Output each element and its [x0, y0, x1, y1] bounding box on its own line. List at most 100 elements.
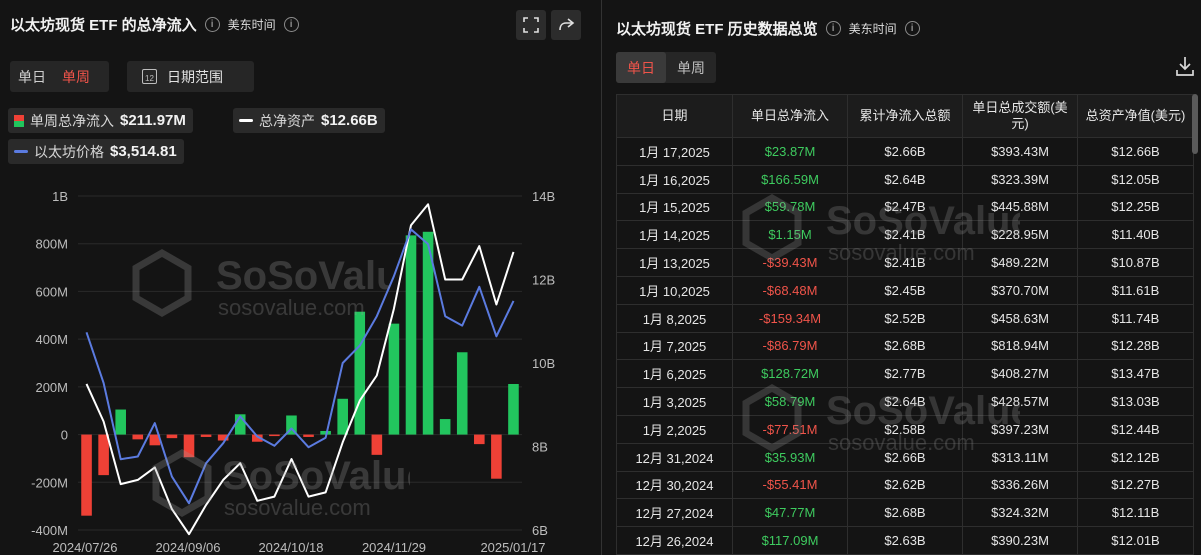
table-body: 1月 17,2025 $23.87M $2.66B $393.43M $12.66B 1月…	[616, 137, 1194, 555]
cell-cumulative: $2.63B	[847, 526, 963, 555]
cell-daily-flow: $128.72M	[732, 359, 848, 389]
flow-chart[interactable]: 1B 800M 600M 400M 200M 0 -200M -400M 14B 12B 10B 8B…	[0, 180, 600, 555]
cell-daily-flow: -$159.34M	[732, 303, 848, 333]
cell-volume: $445.88M	[962, 192, 1078, 222]
table-row[interactable]: 12月 31,2024 $35.93M $2.66B $313.11M $12.12B	[616, 442, 1194, 472]
flow-bar	[81, 434, 92, 516]
table-row[interactable]: 1月 8,2025 -$159.34M $2.52B $458.63M $11.74B	[616, 303, 1194, 333]
bar-marker-icon	[14, 114, 24, 127]
x-tick-label: 2025/01/17	[480, 540, 545, 555]
cell-date: 1月 8,2025	[616, 303, 733, 333]
cell-date: 12月 26,2024	[616, 526, 733, 555]
cell-nav: $12.44B	[1077, 414, 1194, 444]
cell-nav: $11.40B	[1077, 220, 1194, 250]
flow-bar	[303, 434, 314, 437]
table-scrollbar[interactable]	[1192, 94, 1198, 154]
cell-date: 12月 30,2024	[616, 470, 733, 500]
date-range-label: 日期范围	[167, 68, 223, 85]
legend-assets-label: 总净资产	[259, 112, 315, 129]
flow-bar	[388, 323, 400, 435]
y-left-tick-label: 400M	[35, 332, 68, 347]
y-left-tick-label: 600M	[35, 284, 68, 299]
cell-daily-flow: -$55.41M	[732, 470, 848, 500]
y-right-tick-label: 14B	[532, 189, 555, 204]
cell-cumulative: $2.77B	[847, 359, 963, 389]
table-row[interactable]: 1月 2,2025 -$77.51M $2.58B $397.23M $12.44B	[616, 414, 1194, 444]
period-tab-weekly[interactable]: 单周	[54, 67, 98, 87]
cell-daily-flow: $47.77M	[732, 498, 848, 528]
cell-cumulative: $2.68B	[847, 498, 963, 528]
flow-bar	[183, 434, 195, 458]
chart-title: 以太坊现货 ETF 的总净流入	[10, 17, 197, 34]
flow-bar	[456, 352, 468, 435]
cell-volume: $228.95M	[962, 220, 1078, 250]
eth-price-line	[85, 228, 515, 505]
cell-date: 1月 13,2025	[616, 248, 733, 277]
table-row[interactable]: 1月 6,2025 $128.72M $2.77B $408.27M $13.47B	[616, 359, 1194, 389]
timezone-info-icon[interactable]: i	[283, 17, 299, 32]
fullscreen-icon	[523, 17, 539, 33]
table-row[interactable]: 1月 14,2025 $1.15M $2.41B $228.95M $11.40B	[616, 220, 1194, 250]
cell-cumulative: $2.58B	[847, 414, 963, 444]
table-row[interactable]: 12月 27,2024 $47.77M $2.68B $324.32M $12.11B	[616, 498, 1194, 528]
date-range-button[interactable]: 12 日期范围	[127, 61, 254, 92]
col-header-date[interactable]: 日期	[616, 94, 733, 138]
cell-cumulative: $2.52B	[847, 303, 963, 333]
cell-daily-flow: -$39.43M	[732, 248, 848, 277]
col-header-nav[interactable]: 总资产净值(美元)	[1077, 94, 1194, 138]
x-tick-label: 2024/10/18	[258, 540, 323, 555]
table-row[interactable]: 1月 17,2025 $23.87M $2.66B $393.43M $12.66B	[616, 137, 1194, 166]
cell-date: 1月 10,2025	[616, 275, 733, 305]
table-row[interactable]: 12月 26,2024 $117.09M $2.63B $390.23M $12.01B	[616, 526, 1194, 555]
history-tab-daily[interactable]: 单日	[616, 52, 666, 83]
cell-cumulative: $2.68B	[847, 331, 963, 361]
table-row[interactable]: 12月 30,2024 -$55.41M $2.62B $336.26M $12.27B	[616, 470, 1194, 500]
table-row[interactable]: 1月 16,2025 $166.59M $2.64B $323.39M $12.05B	[616, 164, 1194, 194]
legend-flow[interactable]: 单周总净流入 $211.97M	[8, 108, 193, 133]
col-header-daily-flow[interactable]: 单日总净流入	[732, 94, 848, 138]
col-header-volume[interactable]: 单日总成交额(美元)	[962, 94, 1078, 138]
share-button[interactable]	[551, 10, 581, 40]
info-icon[interactable]: i	[204, 17, 220, 32]
flow-bar	[508, 383, 519, 435]
net-assets-line	[85, 203, 515, 536]
table-row[interactable]: 1月 10,2025 -$68.48M $2.45B $370.70M $11.61B	[616, 275, 1194, 305]
cell-nav: $12.11B	[1077, 498, 1194, 528]
y-left-tick-label: 200M	[35, 380, 68, 395]
legend-flow-label: 单周总净流入	[30, 112, 114, 129]
fullscreen-button[interactable]	[516, 10, 546, 40]
cell-volume: $324.32M	[962, 498, 1078, 528]
legend-price[interactable]: 以太坊价格 $3,514.81	[8, 139, 184, 164]
legend-assets[interactable]: 总净资产 $12.66B	[233, 108, 385, 133]
cell-daily-flow: $35.93M	[732, 442, 848, 472]
history-panel: 以太坊现货 ETF 历史数据总览 i 美东时间 i 单日 单周 日期 单日总净流…	[604, 0, 1201, 555]
cell-cumulative: $2.41B	[847, 220, 963, 250]
chart-header: 以太坊现货 ETF 的总净流入 i 美东时间 i	[10, 14, 299, 35]
y-right-tick-label: 12B	[532, 273, 555, 288]
col-header-cumulative[interactable]: 累计净流入总额	[847, 94, 963, 138]
cell-volume: $458.63M	[962, 303, 1078, 333]
cell-volume: $818.94M	[962, 331, 1078, 361]
cell-volume: $428.57M	[962, 387, 1078, 416]
cell-volume: $336.26M	[962, 470, 1078, 500]
period-tab-daily[interactable]: 单日	[10, 67, 54, 87]
x-tick-label: 2024/09/06	[155, 540, 220, 555]
info-icon[interactable]: i	[825, 21, 841, 36]
history-tab-weekly[interactable]: 单周	[666, 52, 716, 83]
history-period-toggle: 单日 单周	[616, 52, 716, 83]
cell-nav: $12.05B	[1077, 164, 1194, 194]
line-marker-icon	[239, 119, 253, 122]
cell-daily-flow: $166.59M	[732, 164, 848, 194]
flow-bar	[98, 434, 109, 476]
table-row[interactable]: 1月 15,2025 $59.78M $2.47B $445.88M $12.25B	[616, 192, 1194, 222]
cell-cumulative: $2.47B	[847, 192, 963, 222]
history-title: 以太坊现货 ETF 历史数据总览	[616, 21, 818, 38]
download-icon[interactable]	[1175, 55, 1195, 77]
cell-daily-flow: $59.78M	[732, 192, 848, 222]
table-row[interactable]: 1月 3,2025 $58.79M $2.64B $428.57M $13.03B	[616, 387, 1194, 416]
timezone-info-icon[interactable]: i	[904, 21, 920, 36]
flow-bar	[354, 311, 366, 435]
table-row[interactable]: 1月 13,2025 -$39.43M $2.41B $489.22M $10.87B	[616, 248, 1194, 277]
table-row[interactable]: 1月 7,2025 -$86.79M $2.68B $818.94M $12.28B	[616, 331, 1194, 361]
x-tick-label: 2024/11/29	[362, 540, 426, 555]
